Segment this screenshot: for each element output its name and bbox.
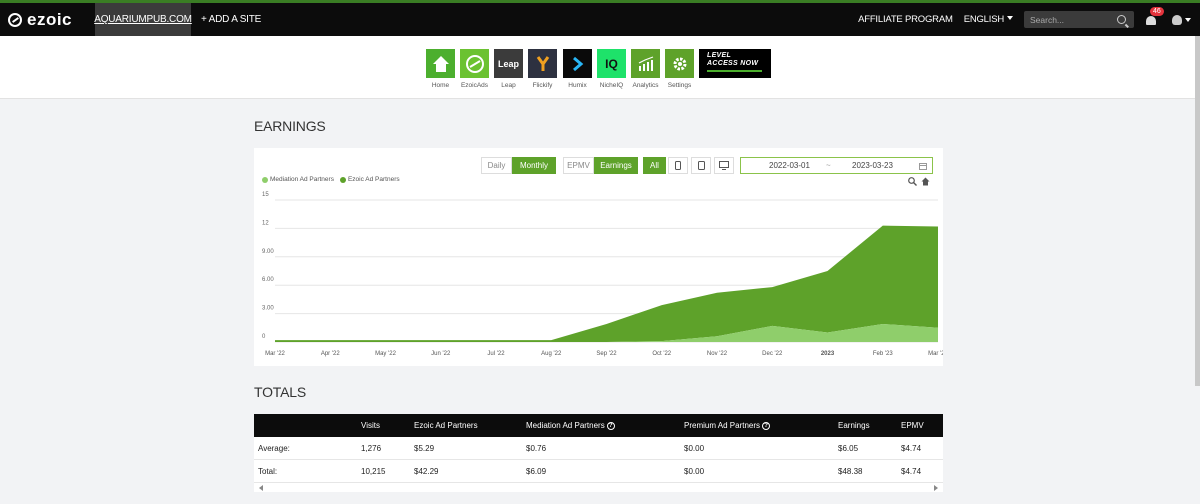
language-dropdown[interactable]: ENGLISH [964, 14, 1013, 25]
x-tick-label: Jul '22 [487, 351, 505, 357]
x-tick-label: Mar '23 [928, 351, 943, 357]
earnings-chart-card: Daily Monthly EPMV Earnings All 2022-03-… [254, 148, 943, 366]
header-earnings: Earnings [838, 421, 870, 430]
chevron-down-icon [1185, 17, 1191, 22]
search-input[interactable]: Search... [1024, 11, 1134, 28]
earnings-title: EARNINGS [254, 118, 326, 134]
x-tick-label: Oct '22 [652, 351, 671, 357]
nicheiq-text: IQ [605, 56, 618, 71]
row-label: Total: [258, 467, 278, 476]
y-tick-label: 6.00 [262, 277, 274, 283]
x-tick-label: Jun '22 [431, 351, 451, 357]
totals-table: Visits Ezoic Ad Partners Mediation Ad Pa… [254, 414, 943, 492]
level-bar [707, 70, 762, 72]
site-selector[interactable]: AQUARIUMPUB.COM [94, 3, 192, 36]
header-ezoic-ad-partners: Ezoic Ad Partners [414, 421, 478, 430]
table-row: Total: 10,215 $42.29 $6.09 $0.00 $48.38 … [254, 460, 943, 483]
y-tick-label: 12 [262, 220, 269, 226]
cell-ezoic: $5.29 [414, 444, 435, 453]
help-icon[interactable]: ? [762, 421, 771, 430]
analytics-icon [631, 49, 660, 78]
x-tick-label: May '22 [375, 351, 396, 357]
affiliate-program-link[interactable]: AFFILIATE PROGRAM [858, 14, 953, 25]
series-area [275, 225, 938, 342]
row-label: Average: [258, 444, 290, 453]
table-row: Average: 1,276 $5.29 $0.76 $0.00 $6.05 $… [254, 437, 943, 460]
x-tick-label: Nov '22 [707, 351, 728, 357]
nicheiq-icon: IQ [597, 49, 626, 78]
search-placeholder: Search... [1030, 14, 1065, 25]
horizontal-scrollbar[interactable] [254, 483, 943, 492]
ezoicads-icon [460, 49, 489, 78]
bell-icon [1146, 15, 1156, 25]
x-tick-label: Dec '22 [762, 351, 783, 357]
cell-visits: 1,276 [361, 444, 382, 453]
header-label: Premium Ad Partners [684, 421, 761, 430]
app-bar: Home EzoicAds Leap Leap Flickify Humix I… [0, 36, 1200, 99]
x-tick-label: Feb '23 [873, 351, 893, 357]
x-tick-label: Mar '22 [265, 351, 285, 357]
notifications-button[interactable]: 46 [1144, 6, 1164, 27]
cell-premium: $0.00 [684, 467, 705, 476]
settings-icon [665, 49, 694, 78]
y-tick-label: 0 [262, 334, 266, 340]
cell-earnings: $48.38 [838, 467, 863, 476]
cell-earnings: $6.05 [838, 444, 859, 453]
help-icon[interactable]: ? [606, 421, 615, 430]
earnings-area-chart: 0 3.00 6.00 9.00 12 15 Mar '22 Apr '22 May '22 Ju… [262, 192, 943, 357]
y-tick-label: 3.00 [262, 306, 274, 312]
ezoic-logo-icon [8, 12, 22, 27]
y-tick-label: 9.00 [262, 249, 274, 255]
header-mediation-ad-partners: Mediation Ad Partners? [526, 414, 615, 437]
x-tick-label: Aug '22 [541, 351, 562, 357]
header-visits: Visits [361, 421, 380, 430]
cell-visits: 10,215 [361, 467, 386, 476]
search-icon[interactable] [1117, 15, 1126, 24]
level-line1: LEVEL [707, 52, 732, 59]
cell-epmv: $4.74 [901, 467, 922, 476]
flickify-icon [528, 49, 557, 78]
user-icon [1172, 14, 1182, 25]
y-tick-label: 15 [262, 192, 269, 198]
home-icon [426, 49, 455, 78]
language-label: ENGLISH [963, 14, 1005, 25]
cell-mediation: $0.76 [526, 444, 547, 453]
totals-title: TOTALS [254, 384, 306, 400]
app-settings[interactable]: Settings [665, 49, 694, 89]
cell-ezoic: $42.29 [414, 467, 439, 476]
x-tick-label: 2023 [821, 351, 835, 357]
header-epmv: EPMV [901, 421, 924, 430]
top-nav: ezoic AQUARIUMPUB.COM + ADD A SITE AFFIL… [0, 0, 1200, 36]
level-line2: ACCESS NOW [707, 60, 759, 67]
header-label: Mediation Ad Partners [526, 421, 605, 430]
scroll-left-icon[interactable] [259, 485, 263, 491]
add-site-link[interactable]: + ADD A SITE [201, 14, 261, 25]
x-tick-label: Apr '22 [321, 351, 340, 357]
cell-mediation: $6.09 [526, 467, 547, 476]
app-label: Settings [667, 82, 692, 89]
page-scrollbar[interactable] [1195, 36, 1200, 386]
scroll-right-icon[interactable] [934, 485, 938, 491]
humix-icon [563, 49, 592, 78]
user-menu[interactable] [1172, 13, 1194, 27]
cell-premium: $0.00 [684, 444, 705, 453]
header-premium-ad-partners: Premium Ad Partners? [684, 414, 771, 437]
ezoic-logo[interactable]: ezoic [0, 3, 95, 36]
notification-badge: 46 [1150, 6, 1164, 16]
leap-text: Leap [497, 58, 519, 69]
level-access-banner[interactable]: LEVEL ACCESS NOW [699, 49, 771, 78]
leap-icon: Leap [494, 49, 523, 78]
x-tick-label: Sep '22 [596, 351, 617, 357]
cell-epmv: $4.74 [901, 444, 922, 453]
chevron-down-icon [1007, 16, 1013, 20]
logo-text: ezoic [27, 9, 73, 29]
table-header: Visits Ezoic Ad Partners Mediation Ad Pa… [254, 414, 943, 437]
